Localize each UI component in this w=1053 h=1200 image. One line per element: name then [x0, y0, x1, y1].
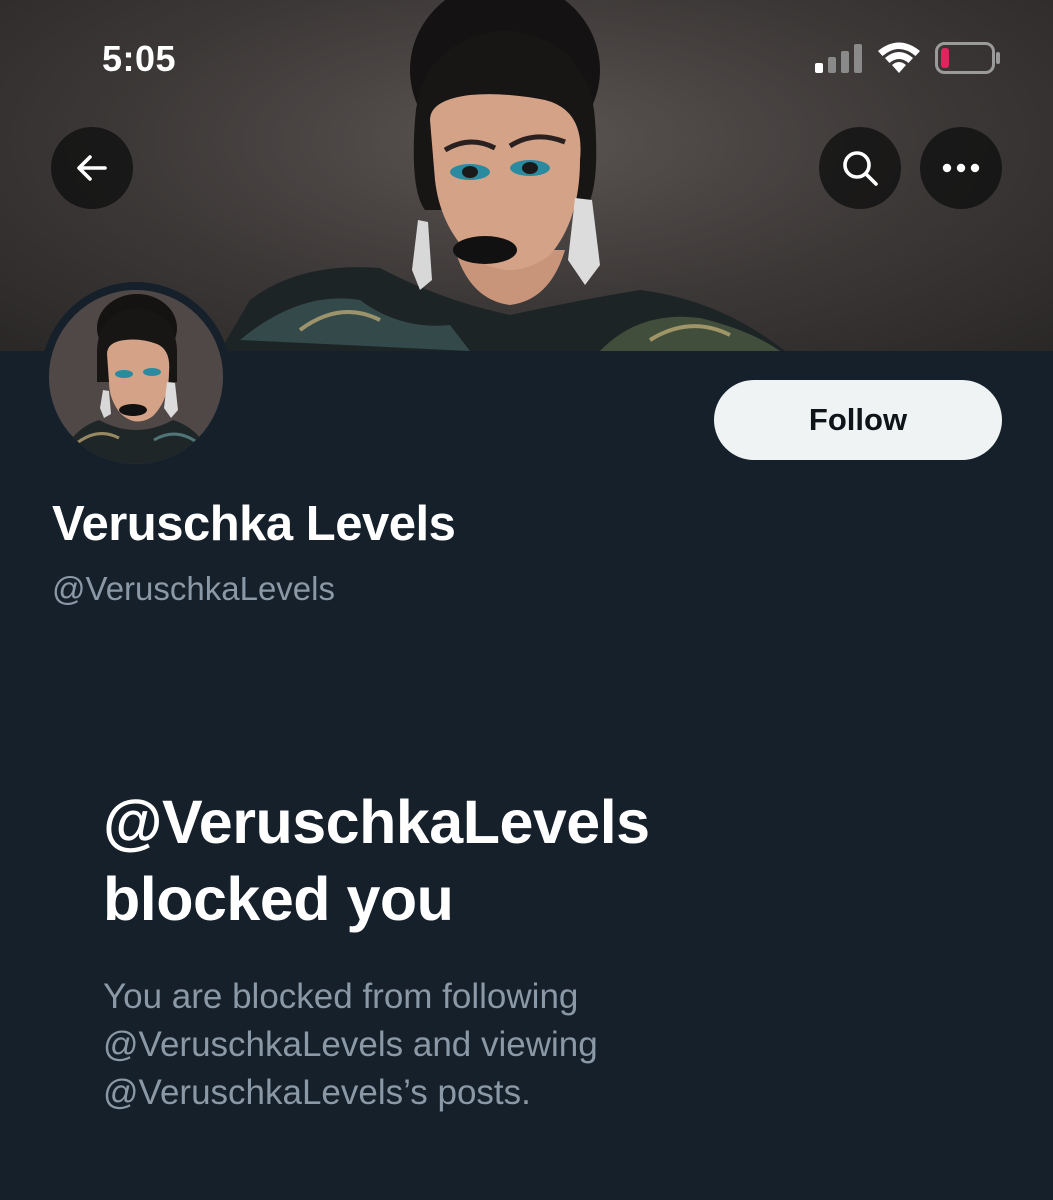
blocked-title: @VeruschkaLevels blocked you — [103, 784, 983, 938]
blocked-description-line: You are blocked from following — [103, 977, 579, 1016]
avatar-photo — [49, 290, 223, 464]
profile-screen: 5:05 Follow Veruschka Levels @VeruschkaL… — [0, 0, 1053, 1200]
cellular-signal-icon — [815, 44, 862, 73]
wifi-icon — [878, 42, 920, 73]
arrow-left-icon — [77, 155, 107, 181]
search-icon — [843, 151, 878, 186]
ellipsis-icon — [942, 163, 980, 173]
search-button[interactable] — [819, 127, 901, 209]
blocked-title-line: @VeruschkaLevels — [103, 788, 650, 856]
follow-button[interactable]: Follow — [714, 380, 1002, 460]
status-time: 5:05 — [102, 38, 177, 79]
profile-handle: @VeruschkaLevels — [52, 570, 335, 607]
battery-low-icon — [935, 42, 1000, 74]
profile-avatar[interactable] — [41, 282, 231, 472]
blocked-description: You are blocked from following @Veruschk… — [103, 973, 983, 1117]
profile-display-name: Veruschka Levels — [52, 497, 456, 551]
back-button[interactable] — [51, 127, 133, 209]
blocked-title-line: blocked you — [103, 865, 454, 933]
blocked-description-line: @VeruschkaLevels’s posts. — [103, 1073, 531, 1112]
status-icons — [815, 40, 1001, 76]
blocked-description-line: @VeruschkaLevels and viewing — [103, 1025, 598, 1064]
more-options-button[interactable] — [920, 127, 1002, 209]
